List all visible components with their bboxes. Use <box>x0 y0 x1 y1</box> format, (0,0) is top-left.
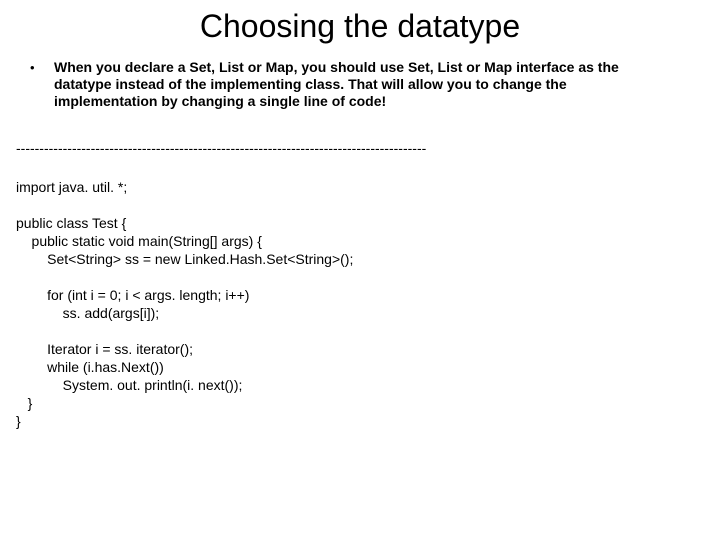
separator-line: ----------------------------------------… <box>16 140 720 156</box>
bullet-text: When you declare a Set, List or Map, you… <box>54 59 664 110</box>
bullet-marker: • <box>30 59 54 77</box>
slide: Choosing the datatype • When you declare… <box>0 8 720 548</box>
slide-title: Choosing the datatype <box>0 8 720 45</box>
bullet-item: • When you declare a Set, List or Map, y… <box>30 59 690 110</box>
code-block: import java. util. *; public class Test … <box>16 178 720 430</box>
